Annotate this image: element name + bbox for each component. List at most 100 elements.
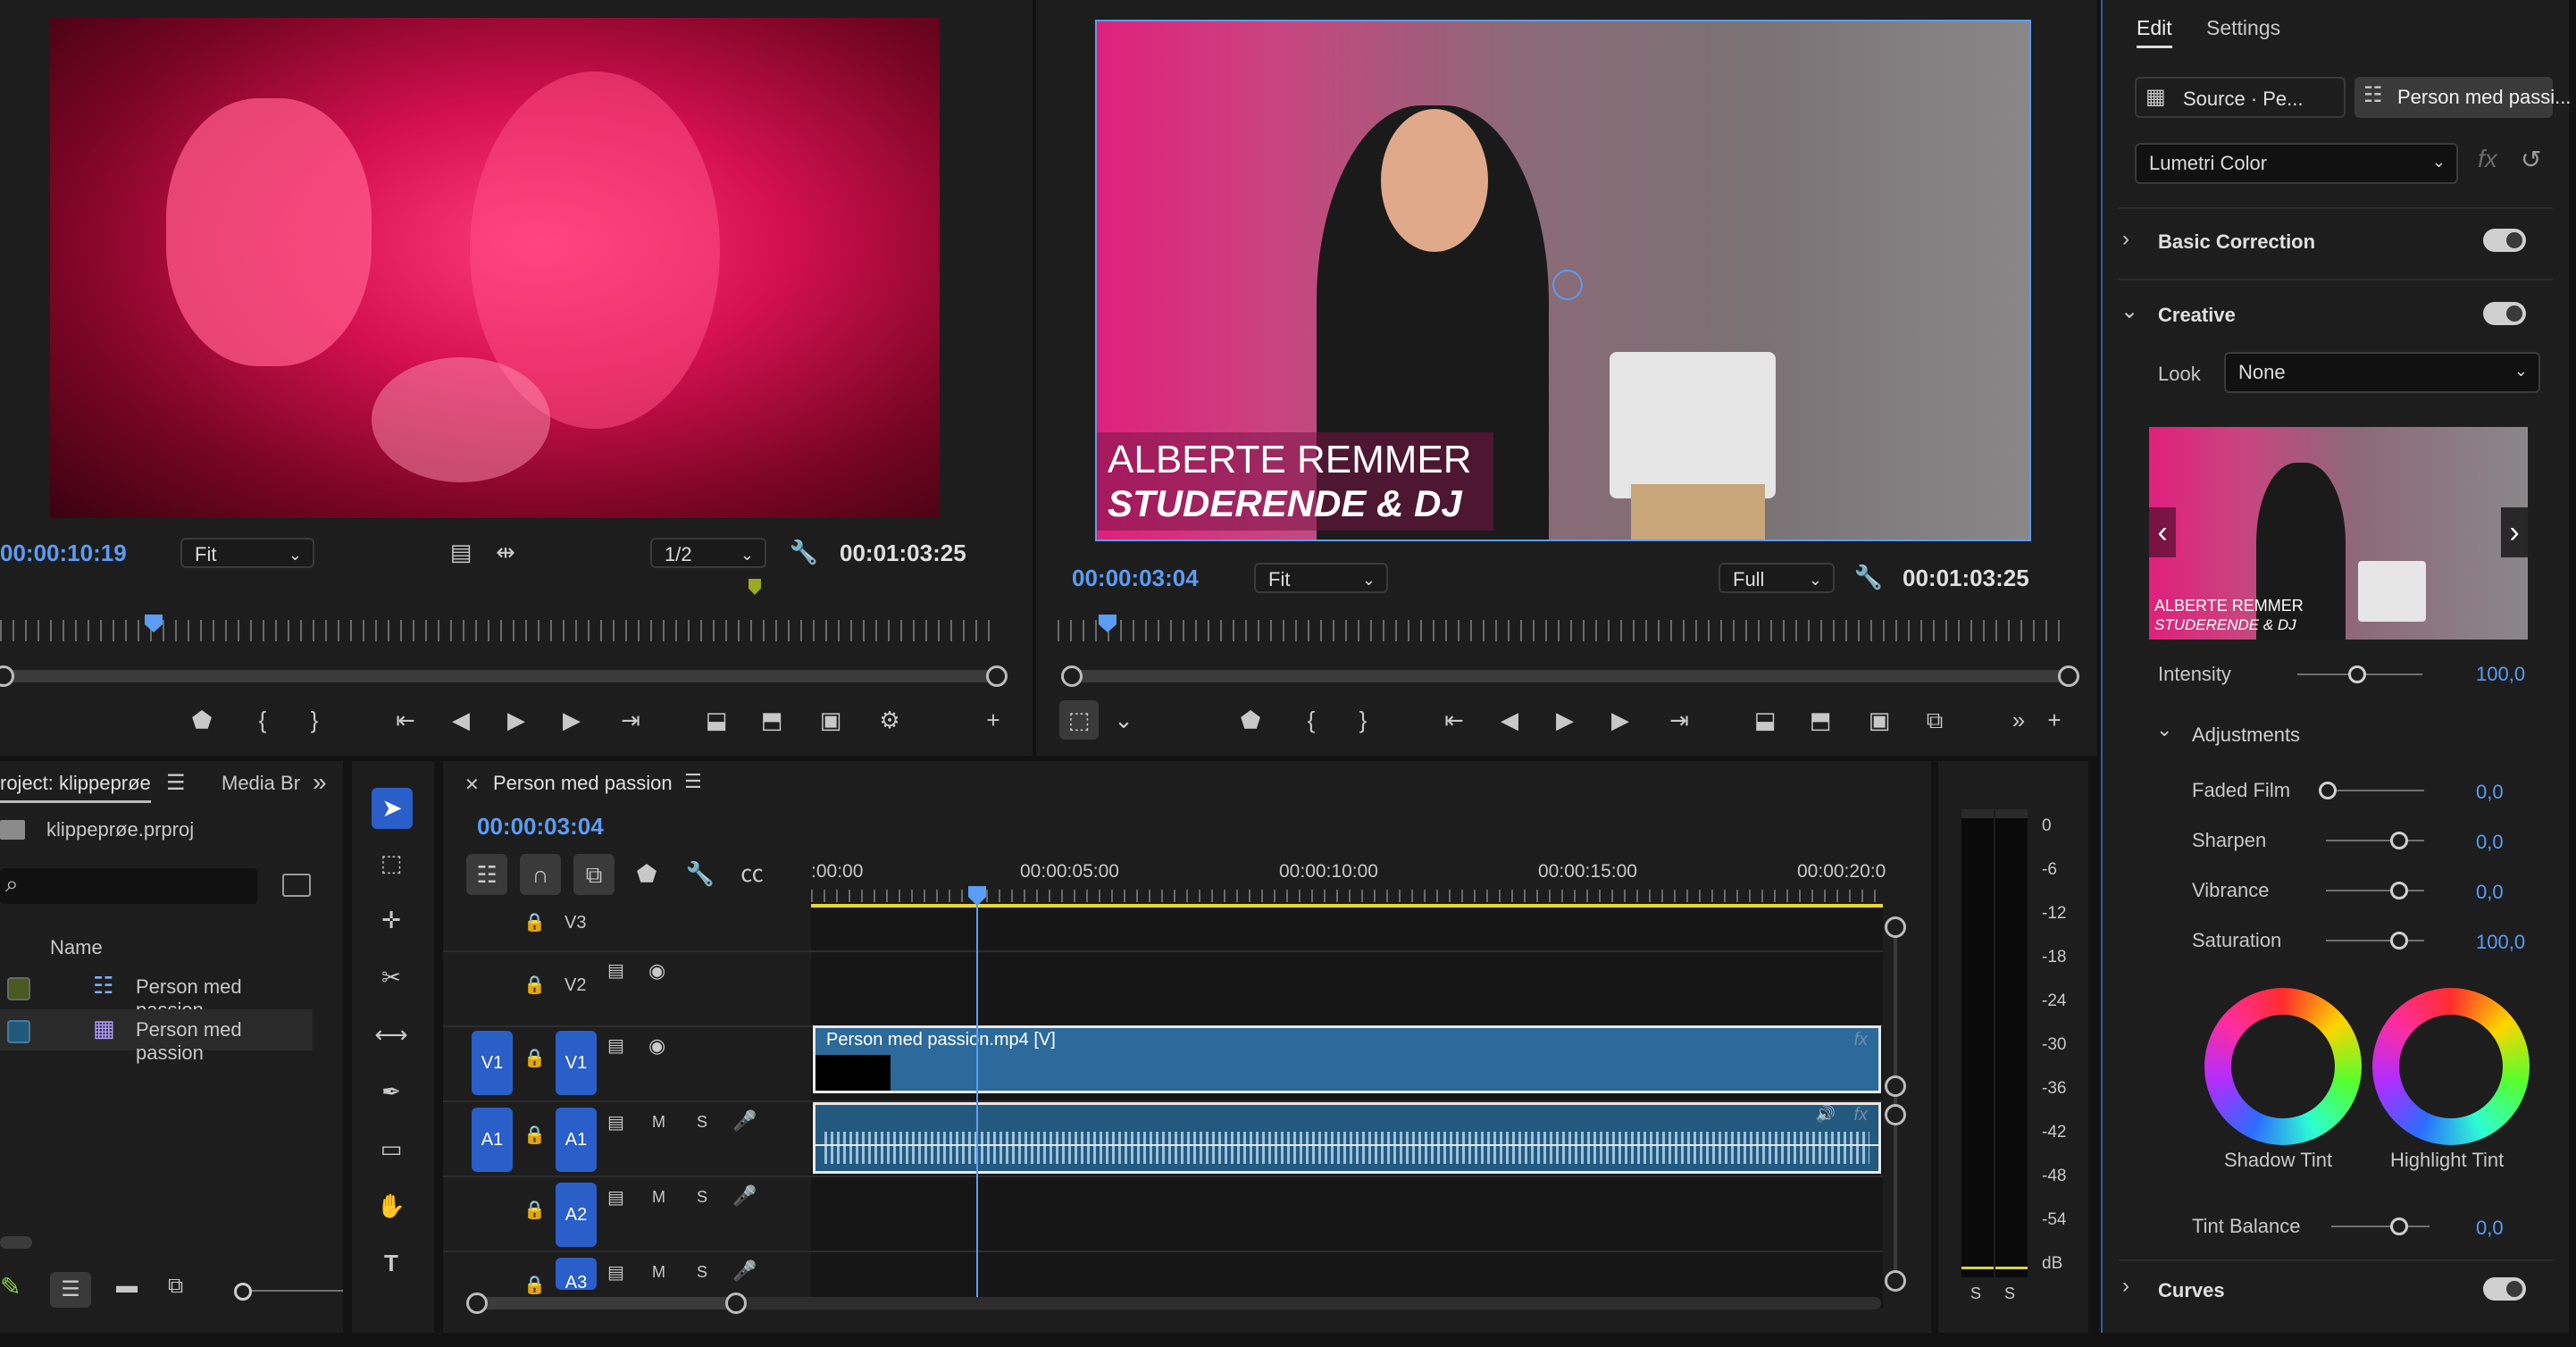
step-back-icon[interactable]: ◀ [1490, 702, 1529, 738]
lift-icon[interactable]: ⬓ [1745, 702, 1785, 738]
source-zoom-dropdown[interactable]: Fit ⌄ [180, 538, 314, 568]
linked-selection-button[interactable]: ⧉ [573, 854, 615, 895]
intensity-slider-handle[interactable] [2348, 665, 2367, 683]
hscroll-handle-right[interactable] [725, 1293, 747, 1314]
chevron-right-icon[interactable]: › [2122, 1274, 2129, 1299]
play-icon[interactable]: ▶ [497, 702, 536, 738]
vertical-scrollbar[interactable] [1894, 922, 1897, 1279]
tab-project[interactable]: roject: klippeprøe [0, 772, 151, 803]
vscroll-handle[interactable] [1885, 1075, 1906, 1097]
program-zoom-scrollbar[interactable] [1072, 670, 2065, 682]
slip-icon[interactable]: ⟷ [372, 1017, 411, 1052]
curves-header[interactable]: Curves [2158, 1279, 2225, 1302]
saturation-slider-handle[interactable] [2390, 932, 2408, 950]
solo-button[interactable]: S [697, 1113, 707, 1132]
add-marker-icon[interactable]: ⬟ [627, 856, 666, 891]
vscroll-handle[interactable] [1885, 1104, 1906, 1125]
program-scroll-handle-left[interactable] [1061, 665, 1083, 687]
more-icon[interactable]: » [1999, 702, 2038, 738]
sync-lock-icon[interactable]: ▤ [607, 1186, 624, 1209]
timeline-playhead[interactable] [968, 886, 986, 906]
adjustments-header[interactable]: Adjustments [2192, 724, 2300, 747]
reset-icon[interactable]: ↺ [2521, 145, 2541, 174]
mute-button[interactable]: M [652, 1113, 665, 1132]
look-preview-thumbnail[interactable]: ALBERTE REMMER STUDERENDE & DJ [2149, 427, 2528, 640]
wrench-icon[interactable]: 🔧 [1849, 559, 1888, 595]
creative-header[interactable]: Creative [2158, 304, 2236, 327]
tint-balance-value[interactable]: 0,0 [2476, 1217, 2504, 1240]
safe-margins-icon[interactable]: ▤ [441, 534, 481, 570]
sync-lock-icon[interactable]: ▤ [607, 1034, 624, 1057]
add-button-icon[interactable]: + [2035, 702, 2074, 738]
column-header-name[interactable]: Name [50, 936, 103, 959]
lock-icon[interactable]: 🔒 [523, 974, 546, 996]
mark-in-icon[interactable]: { [243, 702, 282, 738]
saturation-slider[interactable] [2326, 940, 2424, 941]
eye-icon[interactable]: ◉ [648, 959, 665, 983]
source-scroll-handle-right[interactable] [986, 665, 1008, 687]
export-frame-icon[interactable]: ▣ [811, 702, 850, 738]
program-video-frame[interactable]: ALBERTE REMMER STUDERENDE & DJ [1095, 20, 2031, 541]
microphone-icon[interactable]: 🎤 [732, 1109, 757, 1133]
track-select-icon[interactable]: ⬚ [372, 845, 411, 881]
sharpen-value[interactable]: 0,0 [2476, 831, 2504, 854]
add-marker-icon[interactable]: ⬟ [1231, 702, 1270, 738]
zoom-slider[interactable] [239, 1290, 343, 1292]
pencil-icon[interactable]: ✎ [0, 1272, 21, 1301]
look-dropdown[interactable]: None ⌄ [2224, 352, 2540, 393]
source-clip-button[interactable]: ▦ Source · Pe... [2135, 77, 2346, 118]
go-to-in-icon[interactable]: ⇤ [1434, 702, 1474, 738]
icon-view-icon[interactable]: ▬ [116, 1274, 138, 1299]
go-to-in-icon[interactable]: ⇤ [386, 702, 425, 738]
chevron-down-icon[interactable]: ⌄ [1104, 702, 1143, 738]
vscroll-handle-top[interactable] [1885, 916, 1906, 938]
source-timecode[interactable]: 00:00:10:19 [0, 540, 127, 567]
timeline-timecode[interactable]: 00:00:03:04 [477, 813, 604, 841]
list-item[interactable]: ▦ Person med passion [0, 1009, 313, 1064]
program-zoom-dropdown[interactable]: Fit ⌄ [1254, 563, 1388, 593]
lock-icon[interactable]: 🔒 [523, 911, 546, 933]
solo-right-button[interactable]: S [2004, 1284, 2015, 1303]
vibrance-slider[interactable] [2326, 890, 2424, 891]
faded-film-value[interactable]: 0,0 [2476, 781, 2504, 804]
wrench-icon[interactable]: 🔧 [784, 534, 824, 570]
highlight-tint-wheel[interactable] [2372, 988, 2530, 1145]
rectangle-icon[interactable]: ▭ [372, 1131, 411, 1167]
mark-out-icon[interactable]: } [1343, 702, 1383, 738]
tint-balance-slider[interactable] [2331, 1226, 2430, 1227]
razor-icon[interactable]: ✂ [372, 959, 411, 995]
sync-lock-icon[interactable]: ▤ [607, 1261, 624, 1284]
tab-settings[interactable]: Settings [2206, 16, 2280, 40]
timeline-title[interactable]: Person med passion [493, 772, 673, 795]
tint-balance-slider-handle[interactable] [2390, 1217, 2408, 1235]
source-zoom-scrollbar[interactable] [0, 670, 993, 682]
extract-icon[interactable]: ⬒ [1801, 702, 1840, 738]
microphone-icon[interactable]: 🎤 [732, 1259, 757, 1283]
faded-film-slider-handle[interactable] [2319, 782, 2337, 799]
go-to-out-icon[interactable]: ⇥ [611, 702, 650, 738]
close-icon[interactable]: ✕ [464, 774, 480, 796]
search-input[interactable] [0, 868, 257, 904]
solo-button[interactable]: S [697, 1188, 707, 1207]
program-timecode[interactable]: 00:00:03:04 [1072, 565, 1199, 592]
list-view-button[interactable]: ☰ [50, 1272, 91, 1308]
lock-icon[interactable]: 🔒 [523, 1124, 546, 1146]
track-target-a1[interactable]: A1 [556, 1108, 597, 1172]
chevron-right-icon[interactable]: › [2122, 227, 2129, 252]
chevron-down-icon[interactable]: ⌄ [2156, 718, 2172, 741]
add-button-icon[interactable]: + [974, 702, 1013, 738]
intensity-value[interactable]: 100,0 [2476, 663, 2525, 686]
work-area-bar[interactable] [811, 904, 1883, 908]
sharpen-slider-handle[interactable] [2390, 832, 2408, 849]
mark-out-icon[interactable]: } [295, 702, 334, 738]
effect-dropdown[interactable]: Lumetri Color ⌄ [2135, 143, 2458, 184]
sync-lock-icon[interactable]: ▤ [607, 1111, 624, 1134]
source-video-frame[interactable] [50, 18, 940, 518]
go-to-out-icon[interactable]: ⇥ [1660, 702, 1699, 738]
mute-button[interactable]: M [652, 1188, 665, 1207]
zoom-slider-handle[interactable] [234, 1283, 252, 1301]
tab-media-browser[interactable]: Media Br [222, 772, 300, 795]
vibrance-slider-handle[interactable] [2390, 882, 2408, 899]
anchor-point-icon[interactable] [1552, 270, 1583, 300]
lock-icon[interactable]: 🔒 [523, 1047, 546, 1069]
